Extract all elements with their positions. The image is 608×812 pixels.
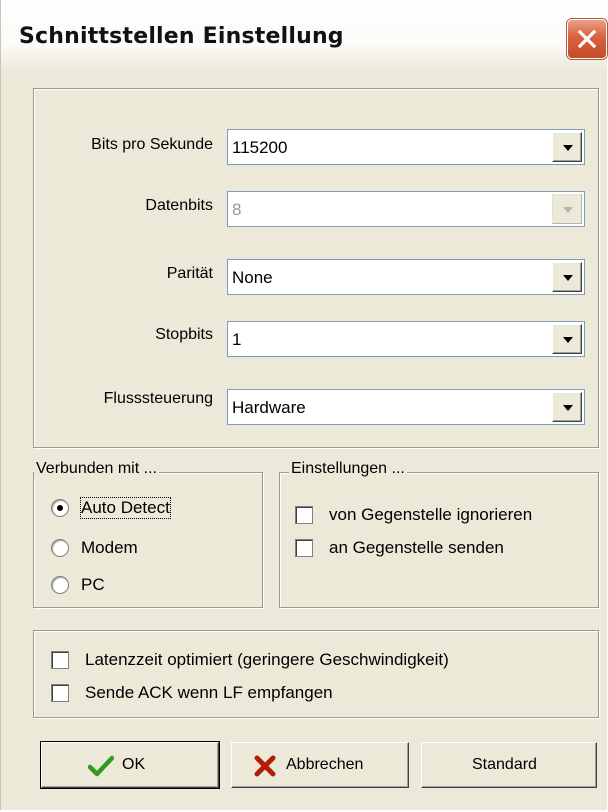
chevron-down-icon — [563, 337, 573, 343]
checkbox-send-remote[interactable] — [295, 539, 313, 557]
radio-pc-label[interactable]: PC — [81, 575, 105, 595]
x-icon — [254, 755, 276, 777]
checkbox-latency-label[interactable]: Latenzzeit optimiert (geringere Geschwin… — [85, 650, 449, 670]
flowcontrol-dropdown-button[interactable] — [552, 392, 582, 422]
flowcontrol-value: Hardware — [232, 398, 306, 417]
parity-label: Parität — [166, 265, 213, 282]
chevron-down-icon — [563, 275, 573, 281]
close-icon — [577, 29, 597, 49]
stopbits-dropdown-button[interactable] — [552, 324, 582, 354]
databits-dropdown-button — [552, 194, 582, 224]
chevron-down-icon — [563, 207, 573, 213]
parity-value: None — [232, 268, 273, 287]
window-title: Schnittstellen Einstellung — [19, 24, 344, 49]
databits-value: 8 — [232, 200, 242, 219]
databits-label: Datenbits — [145, 197, 213, 214]
databits-select: 8 — [227, 191, 585, 227]
ok-button-label: OK — [122, 756, 146, 773]
flowcontrol-label: Flusssteuerung — [103, 390, 213, 407]
checkbox-ignore-remote-label[interactable]: von Gegenstelle ignorieren — [329, 505, 532, 525]
check-icon — [88, 755, 114, 777]
ok-button[interactable]: OK — [40, 741, 220, 789]
checkbox-latency[interactable] — [51, 651, 69, 669]
cancel-button-label: Abbrechen — [286, 756, 364, 773]
baud-dropdown-button[interactable] — [552, 132, 582, 162]
stopbits-label: Stopbits — [155, 326, 213, 343]
stopbits-select[interactable]: 1 — [227, 321, 585, 357]
standard-button[interactable]: Standard — [421, 742, 597, 788]
chevron-down-icon — [563, 145, 573, 151]
title-bar[interactable]: Schnittstellen Einstellung — [1, 0, 607, 72]
radio-pc[interactable] — [51, 576, 69, 594]
flowcontrol-select[interactable]: Hardware — [227, 389, 585, 425]
parity-dropdown-button[interactable] — [552, 262, 582, 292]
parity-select[interactable]: None — [227, 259, 585, 295]
baud-value: 115200 — [232, 138, 288, 157]
radio-modem-label[interactable]: Modem — [81, 538, 138, 558]
connected-group-title: Verbunden mit ... — [34, 460, 159, 478]
close-button[interactable] — [567, 19, 607, 59]
chevron-down-icon — [563, 405, 573, 411]
checkbox-ignore-remote[interactable] — [295, 506, 313, 524]
radio-auto-detect[interactable] — [51, 499, 69, 517]
standard-button-label: Standard — [472, 756, 537, 773]
radio-auto-detect-label[interactable]: Auto Detect — [80, 497, 171, 519]
dialog-window: Schnittstellen Einstellung Bits pro Seku… — [0, 0, 607, 810]
settings-group-title: Einstellungen ... — [289, 460, 407, 478]
radio-modem[interactable] — [51, 539, 69, 557]
checkbox-send-ack-label[interactable]: Sende ACK wenn LF empfangen — [85, 683, 333, 703]
stopbits-value: 1 — [232, 330, 242, 349]
cancel-button[interactable]: Abbrechen — [231, 742, 409, 788]
baud-select[interactable]: 115200 — [227, 129, 585, 165]
checkbox-send-ack[interactable] — [51, 684, 69, 702]
baud-label: Bits pro Sekunde — [91, 136, 213, 153]
checkbox-send-remote-label[interactable]: an Gegenstelle senden — [329, 538, 504, 558]
extra-options-panel — [33, 630, 599, 718]
